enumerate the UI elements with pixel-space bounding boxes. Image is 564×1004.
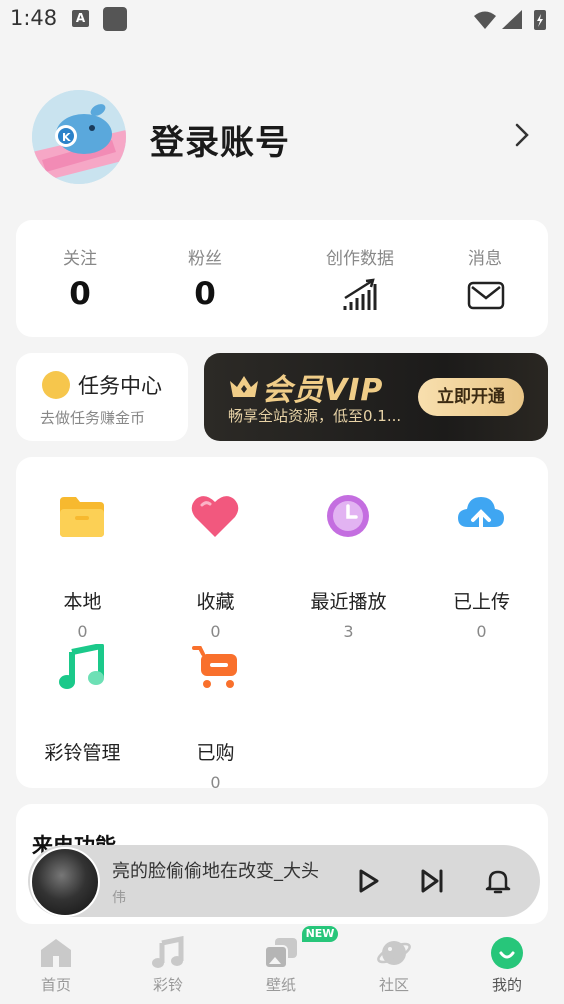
notification-square-icon [103, 7, 127, 31]
planet-icon [377, 941, 411, 965]
clock-icon [327, 495, 369, 537]
bottom-tab-bar: 首页 彩铃 壁纸 社区 我的 [0, 928, 564, 1004]
cloud-upload-icon [458, 497, 504, 539]
vip-title: 会员VIP [262, 373, 384, 408]
bar-chart-icon [343, 278, 377, 310]
keyboard-a-icon: A [72, 10, 89, 27]
mini-player[interactable]: 亮的脸偷偷地在改变_大头 伟 [28, 845, 540, 917]
login-account-label[interactable]: 登录账号 [150, 115, 290, 164]
grid-count: 0 [210, 773, 221, 792]
stat-fans[interactable]: 粉丝 0 [145, 220, 265, 337]
folder-icon [60, 497, 104, 537]
stat-label: 创作数据 [326, 249, 394, 269]
crown-icon [230, 376, 258, 397]
next-track-icon[interactable] [418, 867, 446, 895]
grid-label: 最近播放 [310, 591, 387, 613]
grid-count: 0 [476, 622, 487, 641]
task-center-title: 任务中心 [78, 374, 162, 398]
library-grid-card: 本地 0 收藏 0 最近播放 3 已上传 0 彩铃管理 已购 0 [16, 457, 548, 792]
song-title: 亮的脸偷偷地在改变_大头 [112, 861, 319, 882]
home-icon [41, 939, 71, 967]
task-center-subtitle: 去做任务赚金币 [40, 409, 146, 427]
play-icon[interactable] [354, 867, 382, 895]
bell-icon[interactable] [484, 867, 512, 895]
grid-count: 3 [343, 622, 354, 641]
grid-label: 已上传 [452, 591, 510, 613]
stat-label: 粉丝 [188, 249, 222, 269]
vip-banner[interactable]: 会员VIP 畅享全站资源，低至0.1... 立即开通 [204, 353, 548, 441]
stat-label: 消息 [468, 249, 502, 269]
grid-count: 0 [210, 622, 221, 641]
mascot-avatar-icon: K [32, 90, 126, 184]
svg-text:K: K [62, 131, 71, 144]
status-time: 1:48 [10, 6, 58, 30]
stat-label: 关注 [63, 249, 97, 269]
status-bar: 1:48 A [0, 0, 564, 40]
task-center-card[interactable]: 任务中心 去做任务赚金币 [16, 353, 188, 441]
grid-label: 已购 [196, 742, 235, 764]
profile-header[interactable]: K 登录账号 [0, 80, 564, 190]
tab-label: 社区 [378, 976, 409, 994]
album-cover-disc[interactable] [30, 847, 100, 917]
song-artist: 伟 [112, 890, 126, 906]
grid-item-recent[interactable]: 最近播放 3 [282, 493, 415, 641]
open-vip-button[interactable]: 立即开通 [418, 378, 524, 416]
vip-subtitle: 畅享全站资源，低至0.1... [228, 407, 402, 425]
grid-count: 0 [77, 622, 88, 641]
tab-label: 壁纸 [265, 976, 296, 994]
tab-home[interactable]: 首页 [0, 928, 112, 1004]
profile-icon [491, 937, 523, 969]
music-icon [152, 936, 184, 968]
grid-item-local[interactable]: 本地 0 [16, 493, 149, 641]
wallpaper-icon [264, 938, 297, 969]
stat-value: 0 [69, 276, 91, 312]
tab-label: 彩铃 [152, 976, 183, 994]
tab-label: 我的 [491, 976, 522, 994]
grid-label: 彩铃管理 [44, 742, 121, 764]
signal-battery-icons [474, 10, 546, 30]
coin-icon [42, 371, 70, 399]
stats-card: 关注 0 粉丝 0 创作数据 消息 [16, 220, 548, 337]
tab-ringtone[interactable]: 彩铃 [112, 928, 224, 1004]
stat-messages[interactable]: 消息 [425, 220, 545, 337]
music-note-icon [59, 644, 104, 689]
avatar[interactable]: K [32, 90, 126, 184]
tab-community[interactable]: 社区 [338, 928, 450, 1004]
grid-label: 收藏 [196, 591, 235, 613]
grid-label: 本地 [63, 591, 102, 613]
new-badge: NEW [302, 926, 338, 942]
cart-icon [192, 646, 237, 688]
tab-label: 首页 [40, 976, 71, 994]
stat-follow[interactable]: 关注 0 [20, 220, 140, 337]
chevron-right-icon[interactable] [511, 122, 533, 148]
grid-item-favorites[interactable]: 收藏 0 [149, 493, 282, 641]
heart-icon [191, 496, 239, 537]
tab-mine[interactable]: 我的 [451, 928, 563, 1004]
grid-item-ringtone-manage[interactable]: 彩铃管理 [16, 644, 149, 784]
grid-item-purchased[interactable]: 已购 0 [149, 644, 282, 792]
stat-value: 0 [194, 276, 216, 312]
grid-item-uploaded[interactable]: 已上传 0 [415, 493, 548, 641]
envelope-icon [467, 281, 505, 310]
stat-creation-data[interactable]: 创作数据 [300, 220, 420, 337]
